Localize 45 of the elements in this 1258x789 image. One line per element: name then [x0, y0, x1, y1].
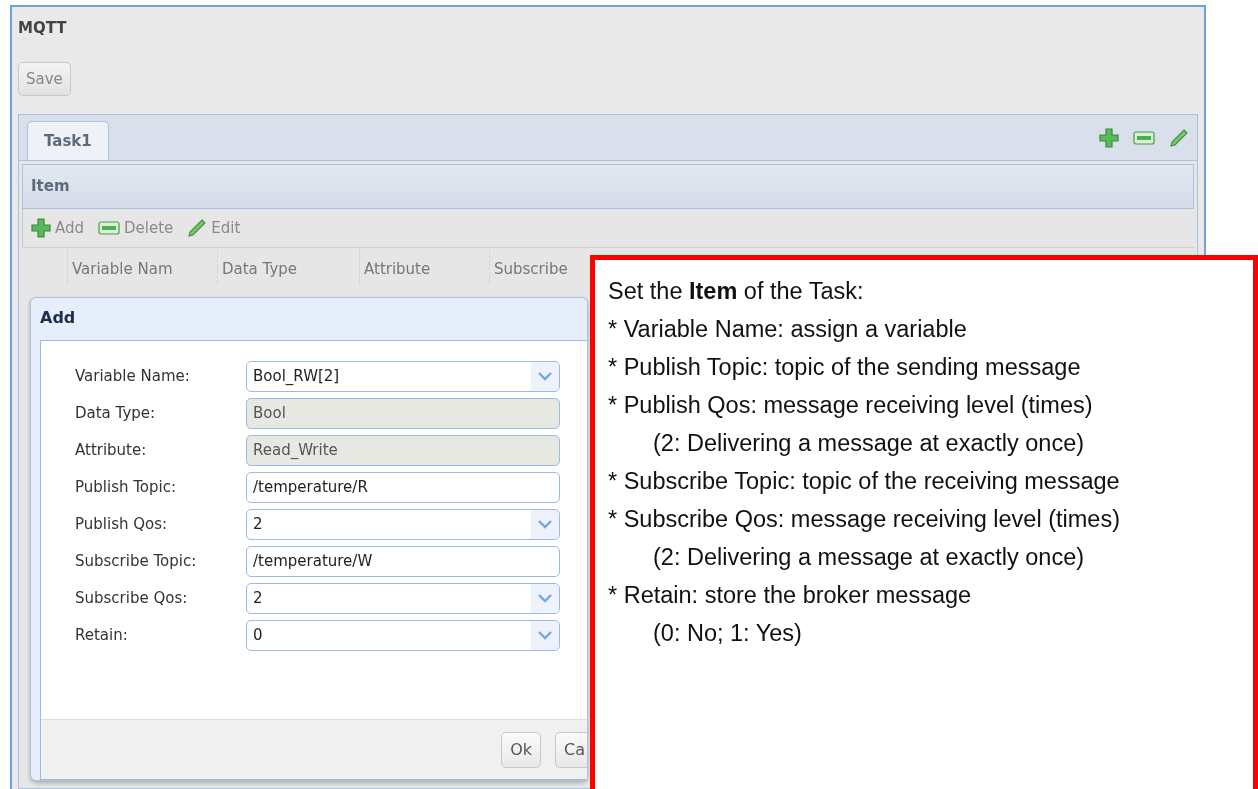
callout-bullet: * Subscribe Topic: topic of the receiving message [608, 467, 1121, 496]
field-label: Data Type: [75, 403, 157, 425]
dropdown-field[interactable]: 2 [246, 583, 560, 614]
chevron-icon [531, 510, 559, 539]
pencil-icon [187, 217, 208, 238]
tab[interactable]: Task1 [27, 120, 109, 160]
chevron-icon [531, 621, 559, 650]
field-label: Retain: [75, 625, 129, 647]
input-field[interactable]: Read_Write [246, 435, 560, 466]
callout-heading: Set the Item of the Task: [608, 277, 865, 306]
pencil-icon[interactable] [1169, 127, 1189, 148]
chevron-icon [531, 362, 559, 391]
column-header[interactable]: Attribute [359, 248, 489, 285]
window-title: MQTT [18, 18, 68, 39]
callout-note: (2: Delivering a message at exactly once) [652, 543, 1086, 572]
column-header[interactable]: Variable Nam [67, 248, 217, 285]
input-field[interactable]: Bool [246, 398, 560, 429]
field-label: Subscribe Qos: [75, 588, 189, 610]
callout-note: (0: No; 1: Yes) [652, 619, 803, 648]
field-label: Publish Topic: [75, 477, 177, 499]
plus-icon[interactable] [1099, 127, 1119, 148]
dropdown-field[interactable]: Bool_RW[2] [246, 361, 560, 392]
callout-bullet: * Subscribe Qos: message receiving level (times) [608, 505, 1121, 534]
plus-icon [31, 217, 51, 238]
callout-note: (2: Delivering a message at exactly once) [652, 429, 1086, 458]
field-label: Attribute: [75, 440, 148, 462]
ok-button[interactable]: Ok [501, 731, 541, 768]
column-header[interactable]: Data Type [217, 248, 359, 285]
callout-bullet: * Publish Qos: message receiving level (times) [608, 391, 1094, 420]
callout-bullet: * Variable Name: assign a variable [608, 315, 968, 344]
minus-icon [98, 220, 121, 235]
panel-title: Item [22, 164, 1194, 209]
field-label: Variable Name: [75, 366, 191, 388]
dropdown-field[interactable]: 2 [246, 509, 560, 540]
chevron-icon [531, 584, 559, 613]
callout-bullet: * Retain: store the broker message [608, 581, 973, 610]
dialog-title: Add [39, 307, 77, 329]
input-field[interactable]: /temperature/R [246, 472, 560, 503]
field-label: Publish Qos: [75, 514, 169, 536]
input-field[interactable]: /temperature/W [246, 546, 560, 577]
cancel-button[interactable]: Ca [555, 731, 587, 768]
dropdown-field[interactable]: 0 [246, 620, 560, 651]
callout-bullet: * Publish Topic: topic of the sending message [608, 353, 1082, 382]
column-header[interactable]: Subscribe [489, 248, 585, 285]
field-label: Subscribe Topic: [75, 551, 198, 573]
